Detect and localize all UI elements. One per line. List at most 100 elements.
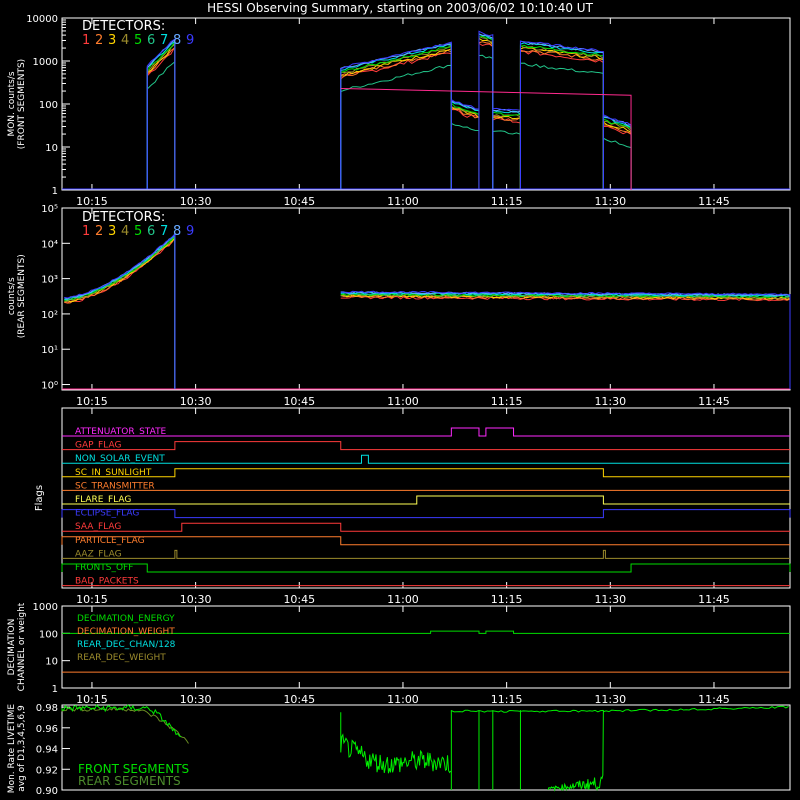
legend-item-detector-3: 3: [108, 224, 116, 239]
x-tick-label: 11:15: [491, 693, 523, 706]
legend-item-detector-4: 4: [121, 33, 129, 48]
legend-item-detector-4: 4: [121, 224, 129, 239]
y-tick-label: 0.94: [36, 745, 58, 756]
x-tick-label: 10:30: [180, 195, 212, 208]
front-series-det1-seg5: [519, 49, 604, 189]
y-axis-label-2: CHANNEL or weight: [17, 602, 27, 691]
front-series-det1-seg6: [602, 125, 632, 189]
livetime-rear-series: [61, 706, 189, 744]
legend-title: DETECTORS:: [82, 19, 165, 34]
y-tick-label: 10¹: [41, 345, 58, 356]
x-tick-label: 11:15: [491, 195, 523, 208]
front-series-det7-seg5: [519, 42, 604, 189]
flag-line-attenuator_state: [62, 427, 790, 437]
y-tick-label: 1000: [33, 602, 58, 613]
decimation-legend-item: REAR_DEC_WEIGHT: [77, 653, 166, 663]
front-series-det2-seg3: [478, 41, 494, 189]
flag-label: NON_SOLAR_EVENT: [75, 454, 165, 464]
x-tick-label: 11:45: [698, 693, 730, 706]
front-series-det8-seg4: [492, 109, 521, 189]
front-series-det6-seg6: [602, 137, 632, 189]
flag-label: FLARE_FLAG: [75, 495, 131, 505]
y-axis-title: DECIMATION CHANNEL or weight: [7, 602, 27, 691]
legend-item-detector-2: 2: [95, 33, 103, 48]
x-tick-label: 11:45: [698, 593, 730, 606]
flag-line-aaz_flag: [62, 549, 790, 559]
y-axis-label: Mon. Rate LIVETIME: [7, 704, 17, 794]
front-series-det3-seg2: [450, 106, 480, 189]
rear-series-det3-seg1: [340, 294, 791, 389]
y-axis-label: counts/s: [7, 277, 17, 315]
flags-panel-frame: [61, 407, 791, 589]
legend-item-detector-2: 2: [95, 224, 103, 239]
y-axis-label: Flags: [34, 485, 45, 511]
x-tick-label: 10:30: [180, 395, 212, 408]
y-tick-label: 10: [45, 143, 58, 154]
y-tick-label: 1000: [33, 57, 58, 68]
front-series-det1-seg2: [450, 108, 480, 189]
y-axis-title: Mon. Rate LIVETIME avg of D1,3,4,5,6,9: [7, 704, 27, 794]
legend-item-detector-3: 3: [108, 33, 116, 48]
decimation-legend-item: DECIMATION_ENERGY: [77, 614, 175, 624]
y-axis-label-2: (FRONT SEGMENTS): [17, 59, 27, 149]
legend-item-detector-6: 6: [147, 33, 155, 48]
front-series-det9-seg5: [519, 40, 604, 189]
x-tick-label: 10:15: [76, 593, 108, 606]
front-series-det4-seg4: [492, 114, 521, 189]
y-tick-label: 10: [45, 657, 58, 668]
x-tick-label: 11:00: [387, 593, 419, 606]
front-series-det8-seg5: [519, 40, 604, 189]
y-tick-label: 0.90: [36, 786, 58, 797]
rear-series-det7-seg1: [340, 291, 791, 389]
livetime-legend-rear: REAR SEGMENTS: [78, 774, 181, 788]
rear-series-det2-seg1: [340, 295, 791, 389]
legend-item-detector-7: 7: [160, 33, 168, 48]
x-tick-label: 11:45: [698, 195, 730, 208]
y-axis-label: MON. counts/s: [7, 71, 17, 136]
front-series-det4-seg2: [450, 105, 480, 189]
flag-line-gap_flag: [62, 441, 790, 451]
x-tick-label: 10:45: [283, 395, 315, 408]
front-series-det3-seg4: [492, 115, 521, 189]
y-axis-label: DECIMATION: [7, 619, 17, 676]
flag-line-non_solar_event: [62, 454, 790, 464]
decimation-legend-item: DECIMATION_WEIGHT: [77, 627, 175, 637]
front-series-det6-seg5: [519, 62, 604, 189]
y-axis-label-2: avg of D1,3,4,5,6,9: [17, 705, 27, 792]
rear-series-det8-seg1: [340, 291, 791, 389]
y-tick-label: 100: [39, 100, 58, 111]
flag-line-flare_flag: [62, 495, 790, 505]
x-tick-label: 10:30: [180, 693, 212, 706]
x-tick-label: 11:15: [491, 395, 523, 408]
flag-line-particle_flag: [61, 536, 790, 546]
rear-series-det5-seg1: [340, 292, 791, 389]
rear-series-det7-seg0: [64, 234, 176, 389]
x-tick-label: 11:30: [594, 195, 626, 208]
x-tick-label: 10:45: [283, 195, 315, 208]
flag-label: SC_IN_SUNLIGHT: [75, 468, 152, 478]
front-series-det6-seg1: [340, 64, 452, 189]
rear-series-det5-seg0: [64, 235, 176, 389]
chart-title: HESSI Observing Summary, starting on 200…: [207, 1, 593, 15]
rear-series-det9-seg1: [340, 290, 791, 389]
x-tick-label: 10:30: [180, 593, 212, 606]
flag-label: SC_TRANSMITTER: [75, 481, 155, 491]
front-series-det8-seg0: [146, 37, 176, 189]
x-tick-label: 10:15: [76, 395, 108, 408]
front-series-det5-seg3: [478, 35, 494, 189]
x-tick-label: 11:00: [387, 693, 419, 706]
flag-line-fronts_off: [61, 563, 791, 573]
decimation-legend-item: REAR_DEC_CHAN/128: [77, 640, 176, 650]
front-series-det6-seg4: [492, 130, 521, 189]
flag-label: BAD_PACKETS: [75, 577, 139, 587]
front-series-det6-seg3: [478, 54, 494, 189]
rear-series-det1-seg1: [340, 295, 791, 389]
y-tick-label: 10²: [41, 310, 58, 321]
front-series-det6-seg0: [146, 60, 176, 189]
rear-series-det6-seg0: [64, 234, 176, 389]
front-series-det3-seg3: [478, 37, 494, 189]
y-axis-title: MON. counts/s (FRONT SEGMENTS): [7, 59, 27, 149]
rear-series-det4-seg1: [340, 293, 791, 389]
flags-axis-title: Flags: [34, 485, 45, 511]
flag-label: GAP_FLAG: [75, 441, 121, 451]
